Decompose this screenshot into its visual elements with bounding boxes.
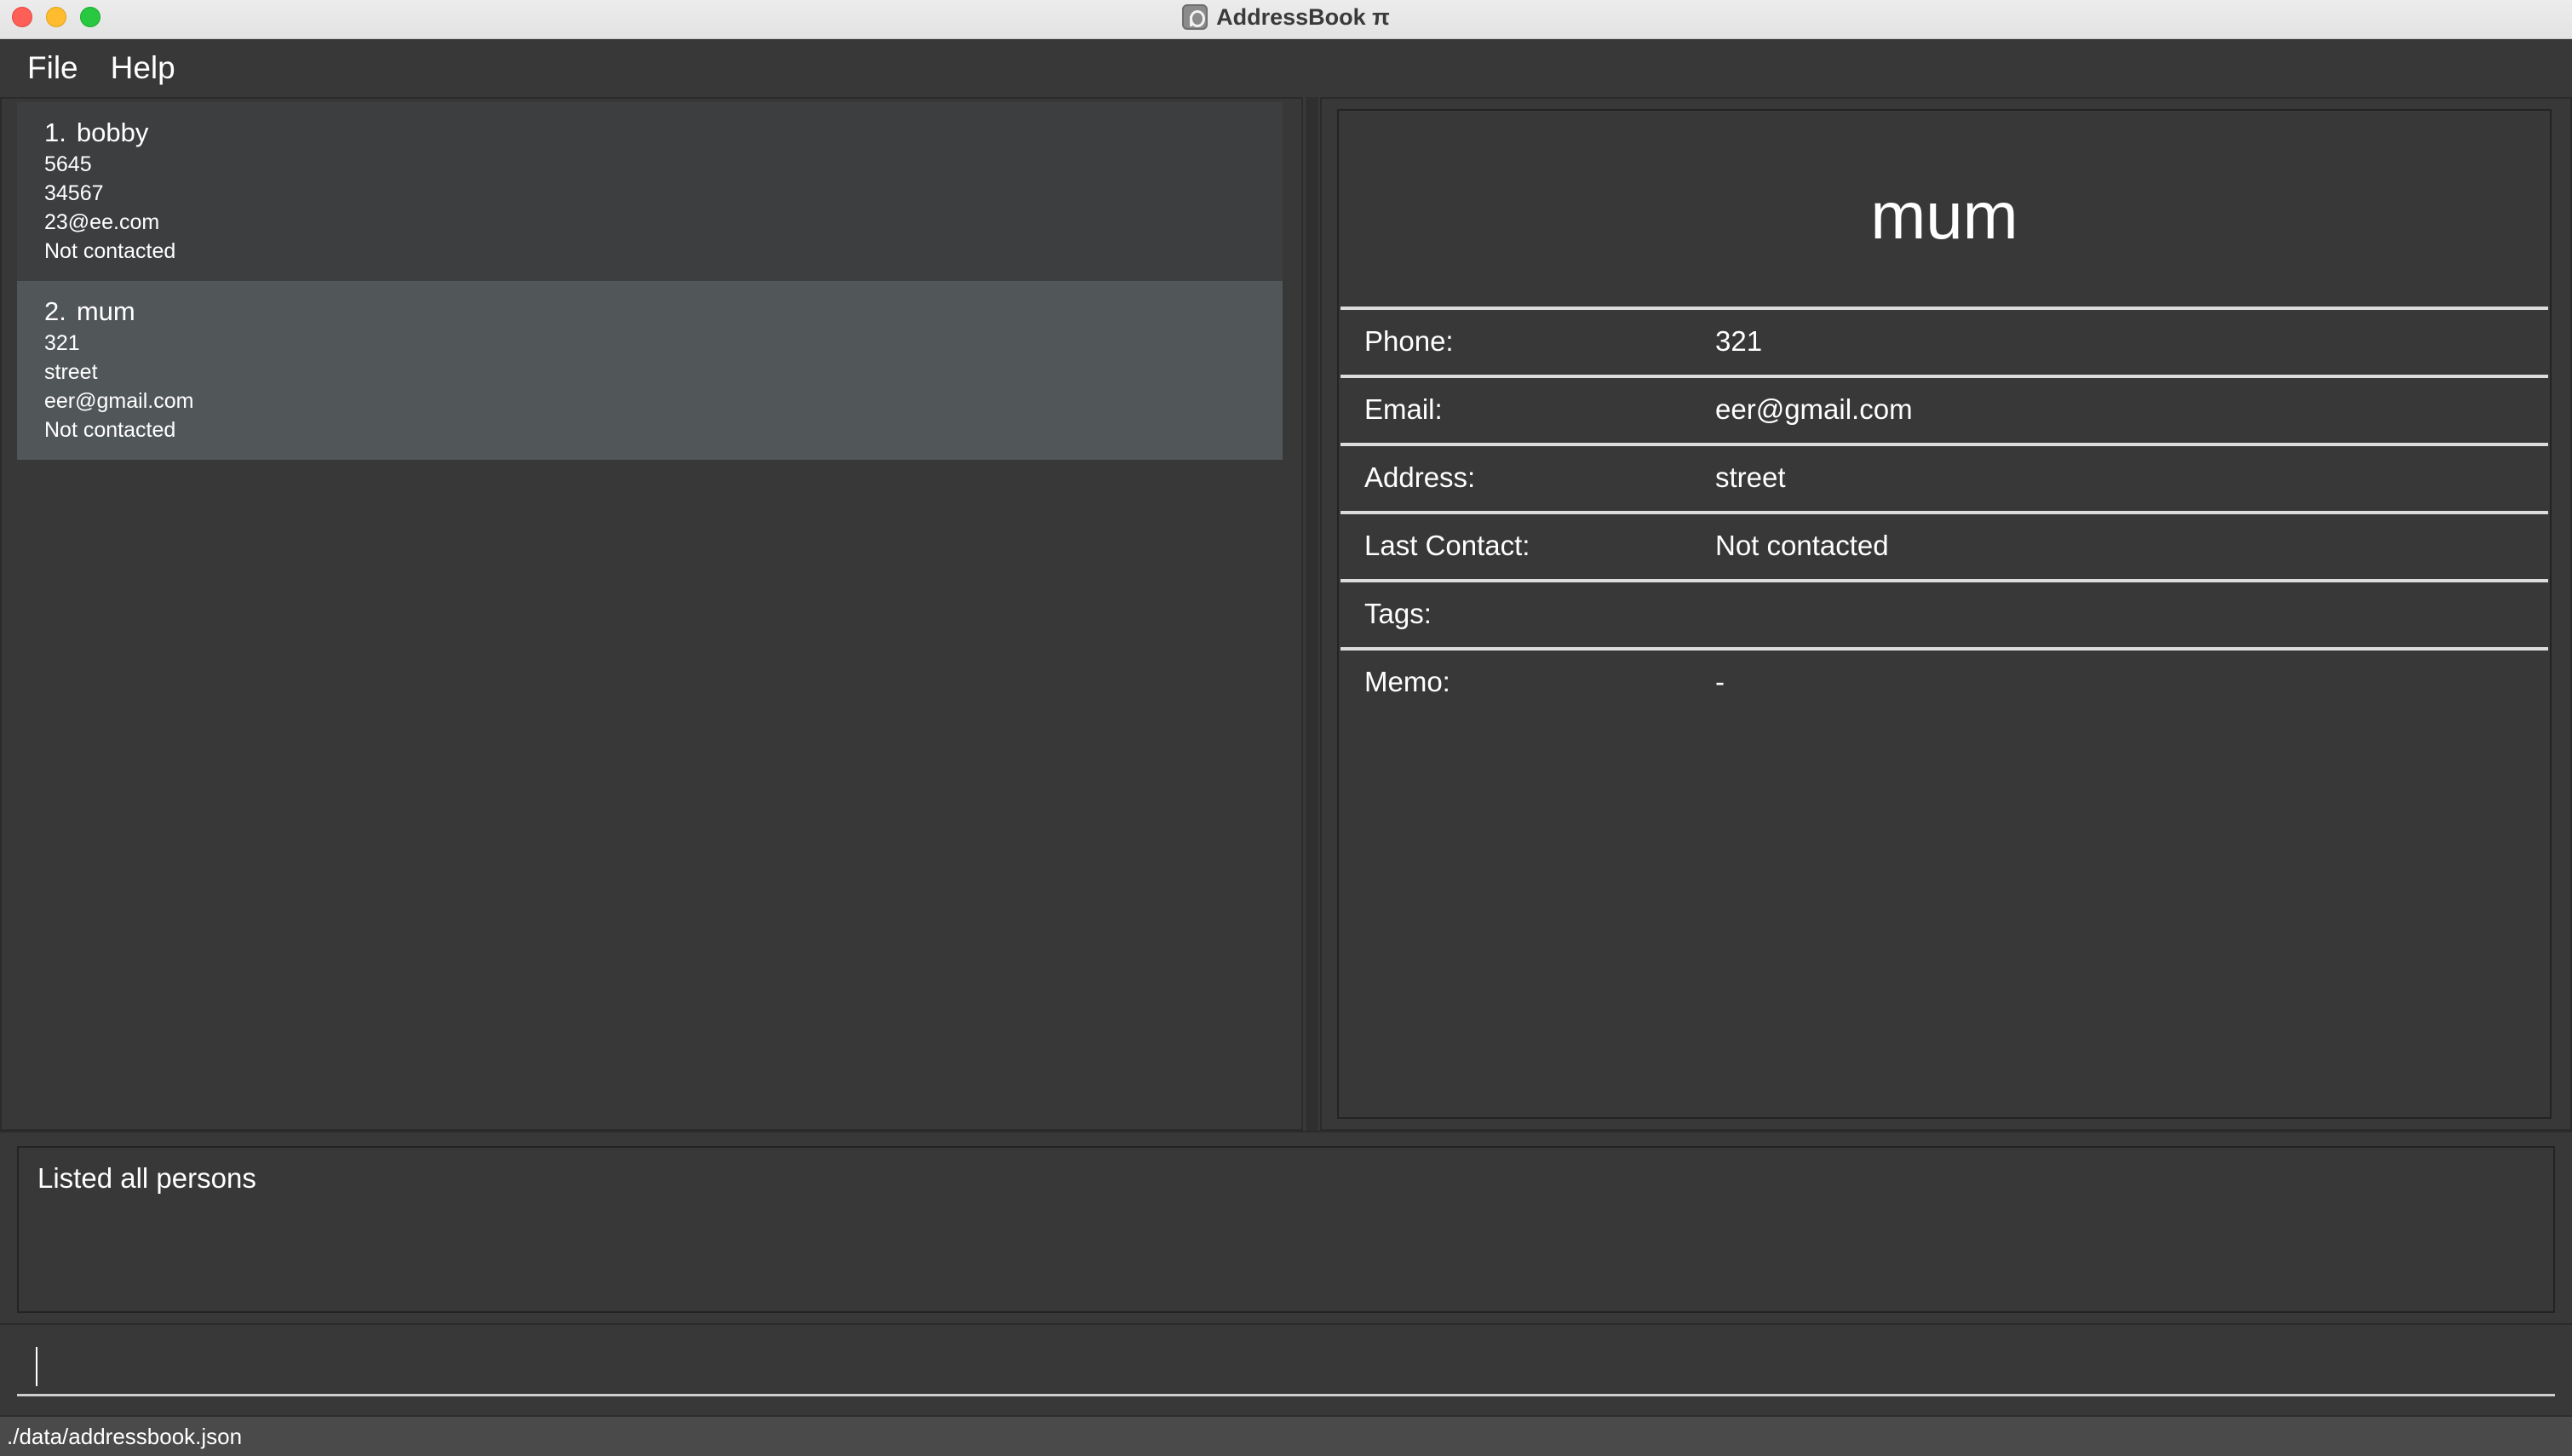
person-card-address: 34567 (44, 181, 104, 205)
person-card-phone: 5645 (44, 152, 92, 176)
detail-row-last-contact: Last Contact: Not contacted (1341, 511, 2548, 579)
detail-value: - (1715, 666, 1725, 697)
detail-value: eer@gmail.com (1715, 393, 1913, 425)
person-card-name: mum (76, 296, 135, 326)
menu-help[interactable]: Help (111, 50, 175, 86)
command-input[interactable] (17, 1345, 2555, 1396)
person-card-name-line: 2. mum (44, 295, 1283, 329)
detail-label: Address: (1364, 461, 1476, 493)
person-card[interactable]: 1. bobby 5645 34567 23@ee.com Not contact… (17, 102, 1283, 281)
person-card-selected[interactable]: 2. mum 321 street eer@gmail.com Not conta… (17, 281, 1283, 460)
app-window: AddressBook π File Help 1. bobby 5645 345… (0, 0, 2572, 1456)
person-card-phone: 321 (44, 331, 80, 355)
detail-label: Email: (1364, 393, 1443, 425)
detail-label: Memo: (1364, 666, 1450, 697)
person-card-name: bobby (76, 118, 149, 147)
status-bar: ./data/addressbook.json (0, 1415, 2572, 1456)
window-title: AddressBook π (1216, 3, 1390, 30)
result-display[interactable]: Listed all persons (17, 1146, 2555, 1313)
detail-label: Last Contact: (1364, 530, 1530, 561)
detail-row-email: Email: eer@gmail.com (1341, 375, 2548, 443)
person-card-last-contact: Not contacted (44, 239, 176, 263)
title-bar: AddressBook π (0, 0, 2572, 39)
detail-row-memo: Memo: - (1341, 647, 2548, 715)
addressbook-app-icon (1182, 4, 1208, 30)
menu-bar: File Help (0, 39, 2572, 97)
person-card-index: 1. (44, 118, 66, 147)
detail-row-tags: Tags: (1341, 579, 2548, 647)
person-card-last-contact: Not contacted (44, 418, 176, 442)
save-location-path: ./data/addressbook.json (7, 1423, 243, 1449)
detail-person-name: mum (1870, 178, 2018, 253)
detail-row-phone: Phone: 321 (1341, 307, 2548, 375)
detail-label: Tags: (1364, 598, 1432, 629)
person-card-index: 2. (44, 296, 66, 326)
list-scrollbar[interactable] (1306, 97, 1318, 1131)
detail-value: 321 (1715, 325, 1763, 357)
person-card-name-line: 1. bobby (44, 116, 1283, 150)
person-card-email: 23@ee.com (44, 210, 160, 234)
detail-value: Not contacted (1715, 530, 1889, 561)
detail-value: street (1715, 461, 1786, 493)
window-title-wrap: AddressBook π (0, 0, 2572, 34)
detail-row-address: Address: street (1341, 443, 2548, 511)
detail-label: Phone: (1364, 325, 1454, 357)
person-card-address: street (44, 360, 98, 384)
result-message: Listed all persons (37, 1162, 256, 1194)
menu-file[interactable]: File (27, 50, 78, 86)
text-caret (36, 1347, 37, 1386)
person-card-email: eer@gmail.com (44, 389, 194, 413)
person-detail-card: mum Phone: 321 Email: eer@gmail.com Addr… (1337, 109, 2552, 1119)
